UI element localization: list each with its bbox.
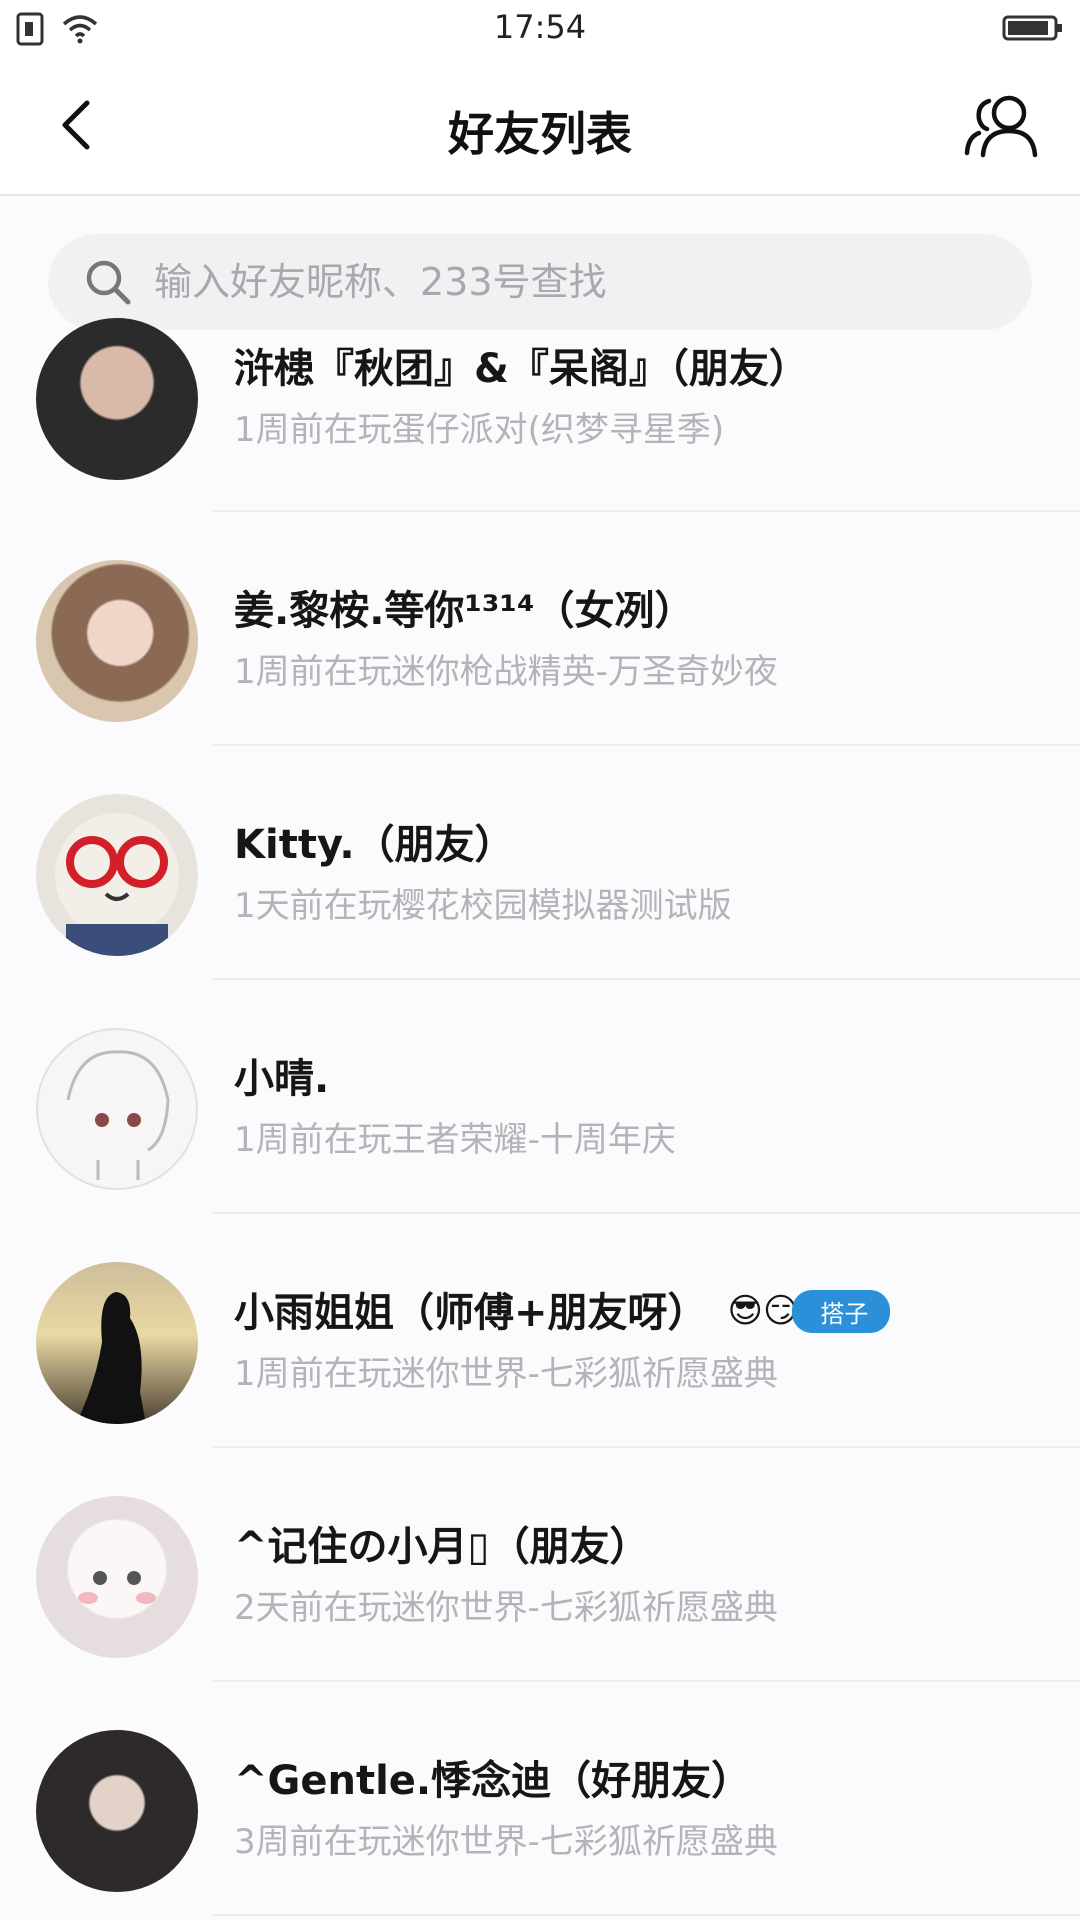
- sketch-avatar-icon: [66, 1050, 170, 1180]
- page-title: 好友列表: [448, 107, 632, 161]
- friend-status: 2天前在玩迷你世界-七彩狐祈愿盛典: [234, 1588, 778, 1628]
- friend-name: 小晴.: [234, 1056, 330, 1102]
- friend-name: Kitty.（朋友）: [234, 822, 515, 868]
- search-icon: [80, 254, 136, 310]
- users-icon: [963, 93, 1039, 163]
- badge-label: 搭子: [792, 1289, 891, 1333]
- content-area: 浒槵『秋团』&『呆阁』（朋友） 1周前在玩蛋仔派对(织梦寻星季) 姜.黎桉.等你…: [0, 196, 1080, 1920]
- search-bar[interactable]: [48, 234, 1032, 330]
- friend-row[interactable]: 浒槵『秋团』&『呆阁』（朋友） 1周前在玩蛋仔派对(织梦寻星季): [0, 318, 1080, 512]
- friend-list: 浒槵『秋团』&『呆阁』（朋友） 1周前在玩蛋仔派对(织梦寻星季) 姜.黎桉.等你…: [0, 318, 1080, 1916]
- status-bar: 17:54: [0, 0, 1080, 58]
- friend-row[interactable]: 小雨姐姐（师傅+朋友呀） 😎😏 搭子 1周前在玩迷你世界-七彩狐祈愿盛典: [0, 1214, 1080, 1448]
- battery-icon: [1002, 14, 1064, 46]
- friend-row[interactable]: Kitty.（朋友） 1天前在玩樱花校园模拟器测试版: [0, 746, 1080, 980]
- friend-tag-badge: 😎😏 搭子: [727, 1289, 891, 1333]
- avatar[interactable]: [36, 1496, 198, 1658]
- anime-girl-avatar-icon: [78, 1571, 156, 1604]
- friend-name: 小雨姐姐（师傅+朋友呀） 😎😏 搭子: [234, 1280, 891, 1338]
- avatar[interactable]: [36, 1730, 198, 1892]
- friend-name: ^记住の小月▯（朋友）: [234, 1524, 650, 1570]
- friend-status: 1周前在玩迷你世界-七彩狐祈愿盛典: [234, 1354, 778, 1394]
- friend-row[interactable]: 姜.黎桉.等你¹³¹⁴（女冽） 1周前在玩迷你枪战精英-万圣奇妙夜: [0, 512, 1080, 746]
- friend-name: 姜.黎桉.等你¹³¹⁴（女冽）: [234, 588, 695, 634]
- status-time: 17:54: [493, 8, 587, 46]
- friends-manage-button[interactable]: [958, 88, 1044, 168]
- nav-bar: 好友列表: [0, 58, 1080, 196]
- friend-status: 1天前在玩樱花校园模拟器测试版: [234, 886, 732, 926]
- avatar[interactable]: [36, 1028, 198, 1190]
- friend-row[interactable]: 小晴. 1周前在玩王者荣耀-十周年庆: [0, 980, 1080, 1214]
- avatar[interactable]: [36, 560, 198, 722]
- avatar[interactable]: [36, 318, 198, 480]
- friend-name: ^Gentle.悸念迪（好朋友）: [234, 1758, 752, 1804]
- friend-row[interactable]: ^记住の小月▯（朋友） 2天前在玩迷你世界-七彩狐祈愿盛典: [0, 1448, 1080, 1682]
- sunglasses-emoji-icon: 😎😏: [727, 1291, 799, 1331]
- friend-row[interactable]: ^Gentle.悸念迪（好朋友） 3周前在玩迷你世界-七彩狐祈愿盛典: [0, 1682, 1080, 1916]
- silhouette-icon: [76, 1292, 146, 1424]
- friend-name: 浒槵『秋团』&『呆阁』（朋友）: [234, 346, 809, 392]
- friend-status: 3周前在玩迷你世界-七彩狐祈愿盛典: [234, 1822, 778, 1862]
- friend-status: 1周前在玩蛋仔派对(织梦寻星季): [234, 410, 725, 450]
- avatar[interactable]: [36, 794, 198, 956]
- search-input[interactable]: [154, 260, 974, 304]
- avatar[interactable]: [36, 1262, 198, 1424]
- friend-status: 1周前在玩王者荣耀-十周年庆: [234, 1120, 676, 1160]
- glasses-plush-icon: [55, 813, 179, 956]
- friend-status: 1周前在玩迷你枪战精英-万圣奇妙夜: [234, 652, 778, 692]
